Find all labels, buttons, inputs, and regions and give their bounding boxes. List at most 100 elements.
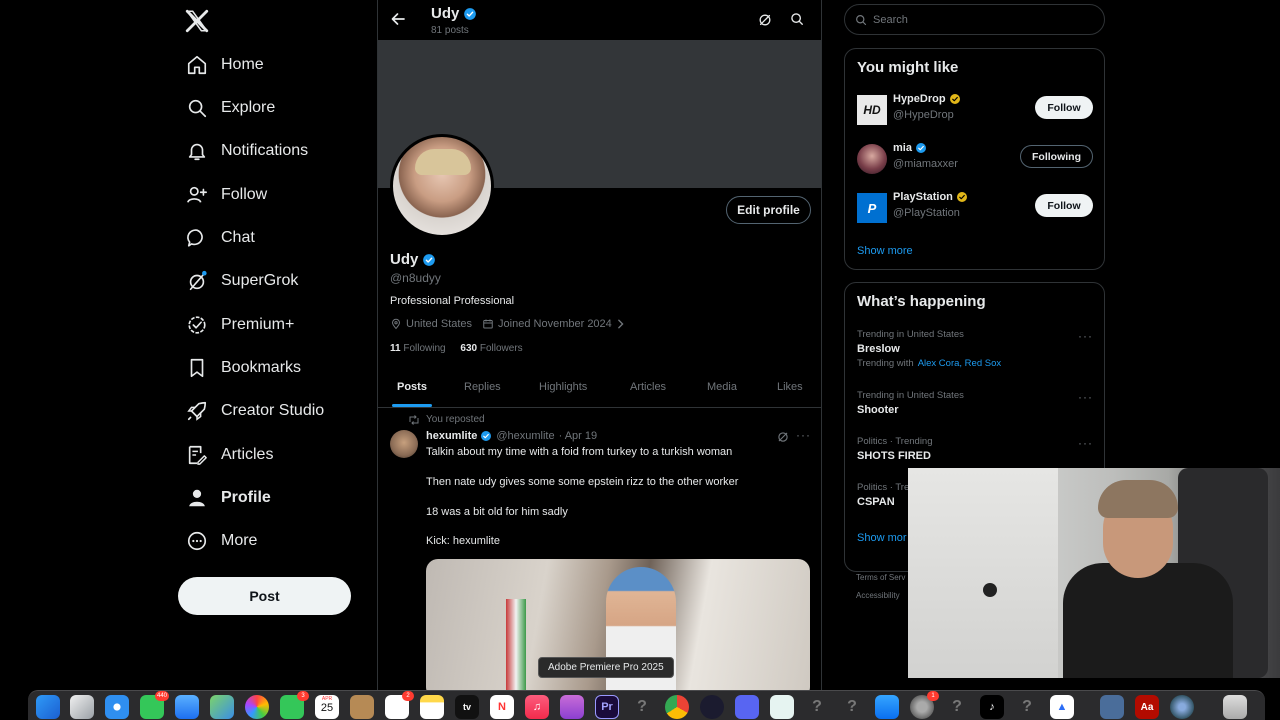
following-count: 11 — [390, 343, 401, 354]
chevron-right-icon[interactable] — [616, 319, 625, 329]
grok-explain-icon[interactable] — [777, 431, 789, 443]
tab-highlights[interactable]: Highlights — [539, 381, 587, 393]
question-mark-icon: ? — [812, 698, 822, 715]
x-logo-icon[interactable] — [184, 8, 210, 34]
nav-item-premium[interactable]: Premium+ — [186, 310, 294, 340]
playstation-avatar[interactable]: P — [857, 193, 887, 223]
profile-avatar[interactable] — [390, 134, 494, 238]
post-date[interactable]: · Apr 19 — [559, 430, 598, 442]
appletv-icon[interactable]: tv — [455, 695, 479, 719]
app-store-icon[interactable] — [875, 695, 899, 719]
app-icon[interactable] — [770, 695, 794, 719]
discord-icon[interactable] — [735, 695, 759, 719]
trash-icon[interactable] — [1223, 695, 1247, 719]
tab-posts[interactable]: Posts — [397, 381, 427, 393]
unknown-app-icon[interactable]: ? — [630, 695, 654, 719]
app-icon[interactable]: ▲ — [1050, 695, 1074, 719]
acrobat-label: Aa — [1140, 701, 1154, 713]
tab-replies[interactable]: Replies — [464, 381, 501, 393]
unknown-app-icon[interactable]: ? — [945, 695, 969, 719]
unknown-app-icon[interactable]: ? — [1015, 695, 1039, 719]
trend-more-icon[interactable]: ··· — [1078, 436, 1093, 450]
contacts-icon[interactable] — [350, 695, 374, 719]
follow-button[interactable]: Follow — [1035, 96, 1093, 119]
suggestion-item[interactable]: mia @miamaxxer Following — [857, 142, 1093, 176]
profile-tabs: Posts Replies Highlights Articles Media … — [378, 368, 821, 408]
calendar-icon[interactable]: APR 25 — [315, 695, 339, 719]
tab-articles[interactable]: Articles — [630, 381, 666, 393]
nav-item-chat[interactable]: Chat — [186, 223, 255, 253]
following-button[interactable]: Following — [1020, 145, 1093, 168]
podcasts-icon[interactable] — [560, 695, 584, 719]
nav-item-supergrok[interactable]: SuperGrok — [186, 266, 298, 296]
system-settings-icon[interactable]: 1 — [910, 691, 939, 719]
suggestion-item[interactable]: P PlayStation @PlayStation Follow — [857, 191, 1093, 225]
finder-icon[interactable] — [36, 695, 60, 719]
premiere-pro-icon[interactable]: Pr — [595, 695, 619, 719]
unknown-app-icon[interactable]: ? — [840, 695, 864, 719]
edit-profile-button[interactable]: Edit profile — [726, 196, 811, 224]
grok-refresh-icon[interactable] — [758, 13, 772, 27]
suggestion-item[interactable]: HD HypeDrop @HypeDrop Follow — [857, 93, 1093, 127]
nav-item-bookmarks[interactable]: Bookmarks — [186, 353, 301, 383]
trend-more-icon[interactable]: ··· — [1078, 329, 1093, 343]
maps-icon[interactable] — [210, 695, 234, 719]
trend-item[interactable]: Trending in United States Breslow Trendi… — [857, 329, 1093, 369]
facetime-icon[interactable]: 3 — [280, 691, 309, 719]
nav-label-supergrok: SuperGrok — [221, 272, 299, 289]
tab-likes[interactable]: Likes — [777, 381, 803, 393]
following-link[interactable]: 11 Following — [390, 343, 446, 354]
show-more-link[interactable]: Show mor — [857, 532, 907, 544]
messages-icon[interactable]: 440 — [140, 691, 169, 719]
nav-item-home[interactable]: Home — [186, 50, 264, 80]
trend-more-icon[interactable]: ··· — [1078, 390, 1093, 404]
verified-check-icon — [481, 431, 492, 441]
app-icon[interactable] — [1170, 695, 1194, 719]
unknown-app-icon[interactable]: ? — [805, 695, 829, 719]
trend-with-links[interactable]: Alex Cora, Red Sox — [918, 358, 1001, 369]
footer-accessibility-link[interactable]: Accessibility — [856, 591, 900, 600]
reminders-icon[interactable]: 2 — [385, 691, 414, 719]
photos-icon[interactable] — [245, 695, 269, 719]
hypedrop-avatar[interactable]: HD — [857, 95, 887, 125]
nav-item-more[interactable]: More — [186, 526, 257, 556]
tab-media[interactable]: Media — [707, 381, 737, 393]
nav-item-follow[interactable]: Follow — [186, 180, 267, 210]
nav-item-articles[interactable]: Articles — [186, 440, 273, 470]
webcam-door-knob — [983, 583, 997, 597]
mail-icon[interactable] — [175, 695, 199, 719]
post-author-handle[interactable]: @hexumlite — [496, 430, 554, 442]
notes-icon[interactable] — [420, 695, 444, 719]
launchpad-icon[interactable] — [70, 695, 94, 719]
search-bar[interactable] — [844, 4, 1105, 35]
trend-item[interactable]: Politics · Trending SHOTS FIRED ··· — [857, 436, 1093, 462]
post-more-icon[interactable]: ··· — [796, 428, 811, 442]
nav-item-notifications[interactable]: Notifications — [186, 136, 308, 166]
trend-item[interactable]: Trending in United States Shooter ··· — [857, 390, 1093, 416]
post-author-avatar[interactable] — [390, 430, 418, 458]
acrobat-icon[interactable]: Aa — [1135, 695, 1159, 719]
obs-icon[interactable] — [700, 695, 724, 719]
followers-link[interactable]: 630 Followers — [460, 343, 522, 354]
follow-button[interactable]: Follow — [1035, 194, 1093, 217]
tiktok-icon[interactable]: ♪ — [980, 695, 1004, 719]
safari-icon[interactable] — [105, 695, 129, 719]
settings-badge: 1 — [927, 691, 939, 701]
post-author-name[interactable]: hexumlite — [426, 430, 477, 442]
back-arrow-icon[interactable] — [390, 11, 406, 27]
news-icon[interactable]: N — [490, 695, 514, 719]
profile-name-text: Udy — [390, 251, 419, 268]
mia-avatar[interactable] — [857, 144, 887, 174]
music-icon[interactable]: ♫ — [525, 695, 549, 719]
chrome-icon[interactable] — [665, 695, 689, 719]
search-input[interactable] — [873, 13, 1073, 26]
show-more-link[interactable]: Show more — [857, 245, 913, 257]
search-icon[interactable] — [790, 12, 804, 26]
preview-icon[interactable] — [1100, 695, 1124, 719]
nav-item-profile[interactable]: Profile — [186, 483, 271, 513]
nav-item-creator-studio[interactable]: Creator Studio — [186, 396, 324, 426]
trend-context: Politics · Trending — [857, 436, 933, 447]
footer-terms-link[interactable]: Terms of Serv — [856, 573, 905, 582]
nav-item-explore[interactable]: Explore — [186, 93, 275, 123]
post-button[interactable]: Post — [178, 577, 351, 615]
